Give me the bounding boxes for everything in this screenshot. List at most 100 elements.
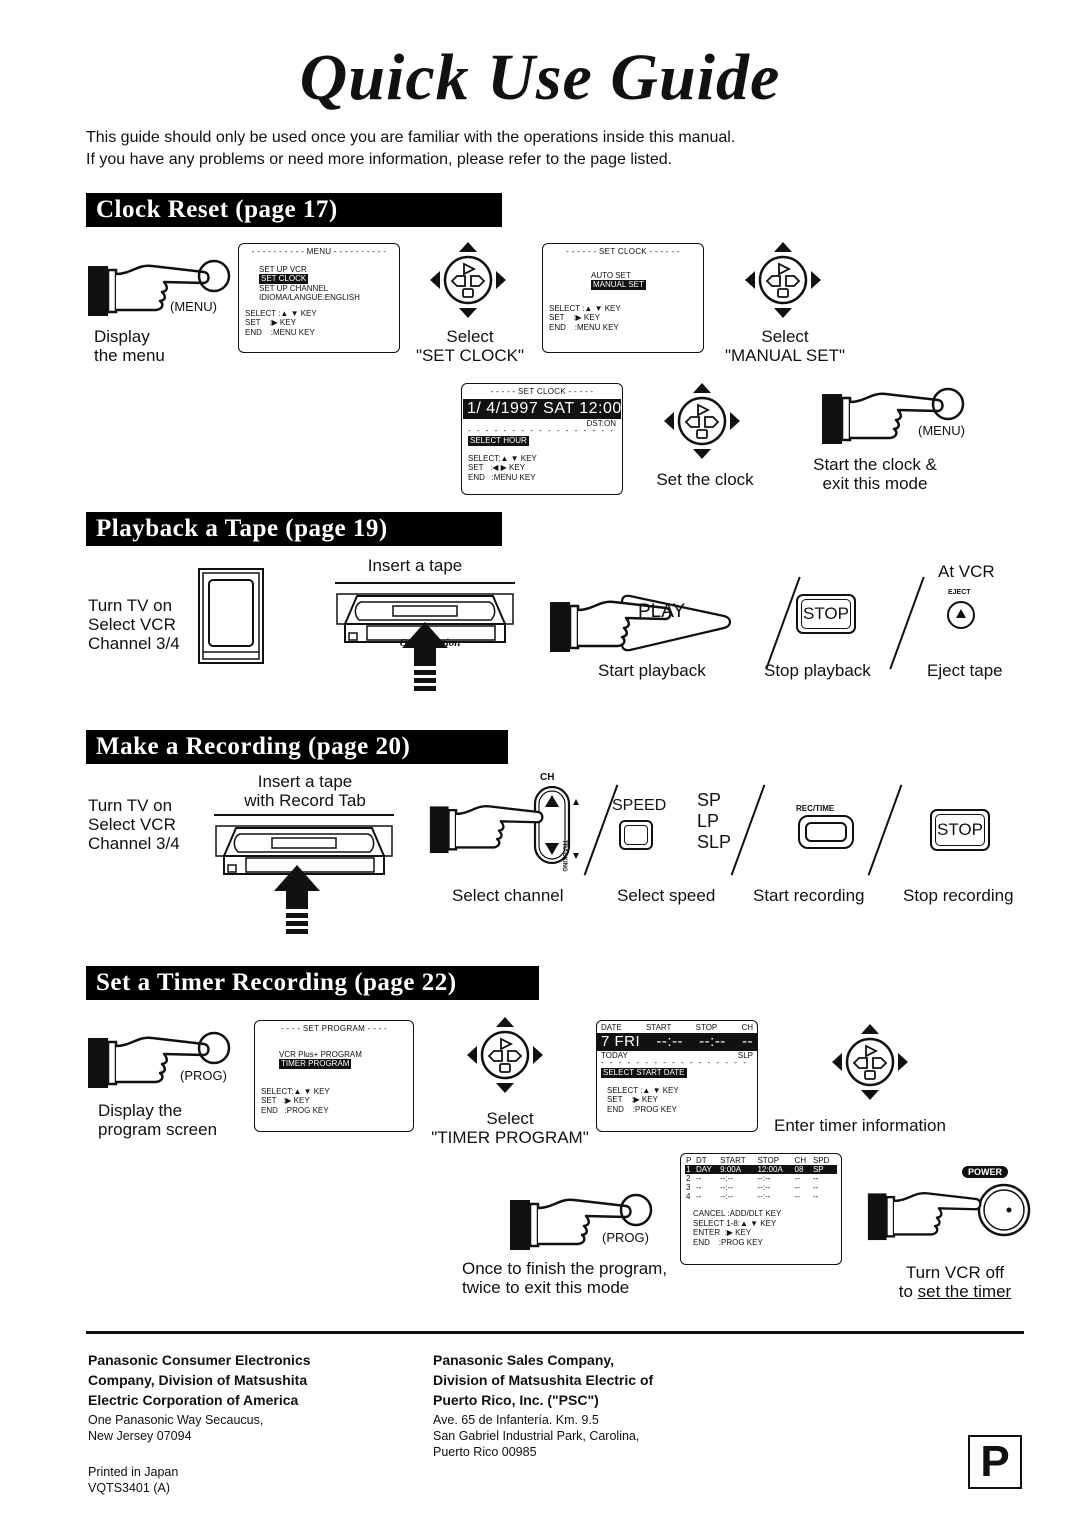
- speed-button-icon: [619, 820, 653, 850]
- step-caption-start-clock: Start the clock & exit this mode: [813, 455, 937, 493]
- power-label: POWER: [962, 1166, 1009, 1178]
- section-heading-clock-reset: Clock Reset (page 17): [86, 193, 502, 227]
- osd-menu-item: VCR Plus+ PROGRAM: [279, 1049, 362, 1059]
- osd-timer-row: 7 FRI --:-- --:-- --: [597, 1032, 757, 1051]
- table-header-cell: STOP: [757, 1156, 780, 1165]
- page-title: Quick Use Guide: [299, 41, 781, 114]
- step-caption-stop-recording: Stop recording: [903, 886, 1014, 905]
- table-cell: 2: [686, 1174, 691, 1183]
- hand-press-menu-icon: [820, 387, 965, 446]
- osd-clock-datetime: 1/ 4/1997 SAT 12:00PM: [463, 398, 646, 419]
- table-cell: --:--: [757, 1174, 771, 1183]
- ch-label: CH: [540, 772, 555, 783]
- tracking-label: TRACKING: [561, 840, 567, 872]
- step-caption-stop-playback: Stop playback: [764, 661, 871, 680]
- section-heading-timer: Set a Timer Recording (page 22): [86, 966, 539, 1000]
- prog-button-label: (PROG): [602, 1230, 649, 1245]
- table-cell: --:--: [720, 1174, 734, 1183]
- osd-menu-screen: - - - - - - - - - - MENU - - - - - - - -…: [238, 243, 400, 353]
- table-cell: 3: [686, 1183, 691, 1192]
- step-caption-set-clock: Set the clock: [656, 470, 754, 489]
- table-cell: --:--: [720, 1192, 734, 1201]
- divider-slash: [889, 576, 925, 670]
- table-cell: --: [812, 1192, 819, 1201]
- osd-menu-item-selected: SET CLOCK: [259, 274, 309, 284]
- table-cell: --: [812, 1183, 819, 1192]
- table-cell: 4: [686, 1192, 691, 1201]
- dpad-icon: [830, 1022, 910, 1102]
- table-cell: SP: [812, 1165, 824, 1174]
- dpad-icon: [465, 1015, 545, 1095]
- table-cell: --: [812, 1174, 819, 1183]
- eject-button-icon: [947, 601, 975, 629]
- insert-arrow-icon: [274, 865, 320, 934]
- hand-press-play-icon: [548, 594, 732, 654]
- table-header-cell: DT: [695, 1156, 707, 1165]
- table-cell: 1: [686, 1165, 691, 1174]
- osd-header: - - - - - - - - - - MENU - - - - - - - -…: [251, 247, 387, 256]
- table-cell: 9:00A: [720, 1165, 742, 1174]
- table-cell: --: [695, 1192, 702, 1201]
- step-caption-select-speed: Select speed: [617, 886, 716, 905]
- at-vcr-label: At VCR: [938, 562, 995, 581]
- stop-button-label: STOP: [801, 599, 851, 629]
- table-row: 3 -- --:-- --:-- -- --: [685, 1183, 837, 1192]
- step-caption-start-recording: Start recording: [753, 886, 865, 905]
- menu-button-label: (MENU): [918, 423, 965, 438]
- set-timer-link: set the timer: [917, 1282, 1012, 1301]
- language-mark: P: [968, 1435, 1022, 1489]
- table-header-cell: P: [686, 1156, 692, 1165]
- eject-label: EJECT: [948, 589, 971, 596]
- dpad-icon: [428, 240, 508, 320]
- step-caption-finish-program: Once to finish the program, twice to exi…: [462, 1259, 668, 1297]
- speed-label: SPEED: [612, 797, 667, 814]
- intro-text: This guide should only be used once you …: [86, 129, 736, 168]
- osd-clock-set-screen: - - - - - SET CLOCK - - - - - 1/ 4/1997 …: [461, 383, 646, 495]
- osd-prompt: SELECT START DATE: [601, 1068, 687, 1078]
- footer-divider: [86, 1331, 1024, 1334]
- osd-set-program-screen: - - - - SET PROGRAM - - - - VCR Plus+ PR…: [254, 1020, 414, 1132]
- osd-menu-item-selected: TIMER PROGRAM: [279, 1059, 352, 1069]
- table-cell: --:--: [720, 1183, 734, 1192]
- footer-right-company: Panasonic Sales Company, Division of Mat…: [433, 1352, 654, 1459]
- step-caption-select-manual-set: Select "MANUAL SET": [724, 327, 846, 365]
- footer-left-company: Panasonic Consumer Electronics Company, …: [88, 1352, 311, 1495]
- table-cell: 12:00A: [757, 1165, 783, 1174]
- table-header-cell: CH: [794, 1156, 807, 1165]
- speed-options: SP LP SLP: [697, 790, 731, 853]
- osd-menu-item: SET UP VCR: [259, 264, 307, 274]
- step-caption-select-timer-program: Select "TIMER PROGRAM": [431, 1109, 589, 1147]
- stop-button-icon: STOP: [796, 594, 856, 634]
- step-caption-turn-tv-on: Turn TV on Select VCR Channel 3/4: [88, 596, 180, 653]
- step-caption-eject-tape: Eject tape: [927, 661, 1003, 680]
- insert-arrow-icon: [402, 622, 448, 691]
- table-cell: --: [695, 1183, 702, 1192]
- table-cell: --: [794, 1174, 800, 1183]
- dpad-icon: [662, 381, 742, 461]
- osd-menu-item: AUTO SET: [591, 270, 631, 280]
- hand-press-power-icon: [866, 1183, 1031, 1242]
- tv-icon: [198, 568, 264, 664]
- step-caption-display-menu: Display the menu: [94, 327, 165, 365]
- stop-button-label: STOP: [935, 814, 985, 846]
- table-header-cell: START: [720, 1156, 746, 1165]
- osd-menu-item: SET UP CHANNEL: [259, 283, 329, 293]
- table-row: 4 -- --:-- --:-- -- --: [685, 1192, 837, 1201]
- table-cell: --:--: [757, 1183, 771, 1192]
- stop-button-icon: STOP: [930, 809, 990, 851]
- rec-time-label: REC/TIME: [796, 804, 835, 813]
- power-button-icon: [977, 1183, 1031, 1237]
- osd-menu-item: IDIOMA/LANGUE:ENGLISH: [259, 293, 360, 302]
- section-heading-playback: Playback a Tape (page 19): [86, 512, 502, 546]
- prog-button-label: (PROG): [180, 1068, 227, 1083]
- dpad-icon: [743, 240, 823, 320]
- osd-timer-date-screen: DATE START STOP CH 7 FRI --:-- --:-- -- …: [596, 1020, 758, 1132]
- table-cell: --:--: [757, 1192, 771, 1201]
- table-header-cell: SPD: [812, 1156, 830, 1165]
- osd-set-clock-screen: - - - - - - SET CLOCK - - - - - - AUTO S…: [542, 243, 704, 353]
- step-caption-turn-tv-on: Turn TV on Select VCR Channel 3/4: [88, 796, 180, 853]
- table-cell: --: [695, 1174, 702, 1183]
- table-cell: DAY: [695, 1165, 712, 1174]
- step-caption-select-set-clock: Select "SET CLOCK": [415, 327, 525, 365]
- step-caption-turn-vcr-off: Turn VCR off to set the timer: [898, 1263, 1012, 1301]
